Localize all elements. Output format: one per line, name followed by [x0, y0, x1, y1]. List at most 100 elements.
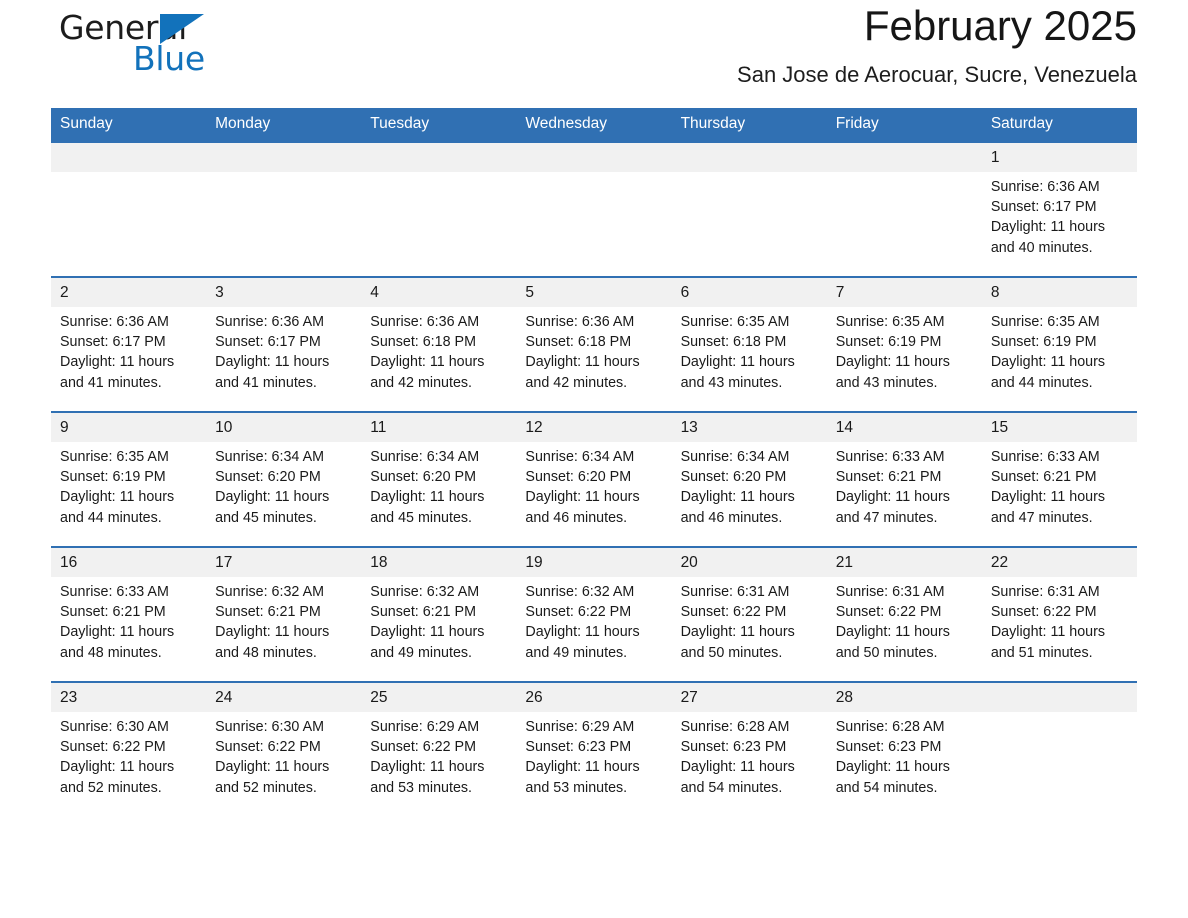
day-details: Sunrise: 6:36 AM Sunset: 6:18 PM Dayligh…: [361, 307, 516, 393]
day-cell[interactable]: 6 Sunrise: 6:35 AM Sunset: 6:18 PM Dayli…: [671, 276, 827, 412]
daylight-text: Daylight: 11 hours and 41 minutes.: [60, 354, 175, 391]
day-cell[interactable]: 18 Sunrise: 6:32 AM Sunset: 6:21 PM Dayl…: [361, 546, 517, 682]
sunset-text: Sunset: 6:17 PM: [60, 334, 166, 351]
day-cell[interactable]: 11 Sunrise: 6:34 AM Sunset: 6:20 PM Dayl…: [361, 411, 517, 547]
day-cell[interactable]: 21 Sunrise: 6:31 AM Sunset: 6:22 PM Dayl…: [826, 546, 982, 682]
day-cell[interactable]: 19 Sunrise: 6:32 AM Sunset: 6:22 PM Dayl…: [516, 546, 672, 682]
day-cell[interactable]: 28 Sunrise: 6:28 AM Sunset: 6:23 PM Dayl…: [826, 681, 982, 816]
day-cell[interactable]: 15 Sunrise: 6:33 AM Sunset: 6:21 PM Dayl…: [981, 411, 1137, 547]
day-cell[interactable]: 14 Sunrise: 6:33 AM Sunset: 6:21 PM Dayl…: [826, 411, 982, 547]
sunset-text: Sunset: 6:22 PM: [680, 604, 787, 621]
day-details: Sunrise: 6:34 AM Sunset: 6:20 PM Dayligh…: [206, 442, 361, 528]
sunrise-text: Sunrise: 6:29 AM: [370, 719, 480, 735]
weekday-header-saturday: Saturday: [981, 108, 1137, 142]
sunrise-text: Sunrise: 6:35 AM: [835, 314, 945, 330]
day-details: Sunrise: 6:30 AM Sunset: 6:22 PM Dayligh…: [51, 712, 206, 798]
day-cell[interactable]: 17 Sunrise: 6:32 AM Sunset: 6:21 PM Dayl…: [206, 546, 362, 682]
day-details: Sunrise: 6:35 AM Sunset: 6:19 PM Dayligh…: [982, 307, 1137, 393]
day-number: 12: [516, 413, 672, 442]
sunrise-text: Sunrise: 6:32 AM: [370, 584, 480, 600]
day-number: [981, 683, 1137, 712]
day-cell[interactable]: [361, 141, 517, 277]
day-cell[interactable]: 9 Sunrise: 6:35 AM Sunset: 6:19 PM Dayli…: [51, 411, 207, 547]
daylight-text: Daylight: 11 hours and 47 minutes.: [990, 489, 1106, 526]
daylight-text: Daylight: 11 hours and 50 minutes.: [680, 624, 795, 661]
day-cell[interactable]: [671, 141, 827, 277]
sunset-text: Sunset: 6:19 PM: [60, 469, 166, 486]
sunrise-text: Sunrise: 6:36 AM: [990, 179, 1100, 195]
day-cell[interactable]: 27 Sunrise: 6:28 AM Sunset: 6:23 PM Dayl…: [671, 681, 827, 816]
week-row: 23 Sunrise: 6:30 AM Sunset: 6:22 PM Dayl…: [51, 681, 1137, 816]
day-cell[interactable]: 25 Sunrise: 6:29 AM Sunset: 6:22 PM Dayl…: [361, 681, 517, 816]
day-number: 11: [361, 413, 517, 442]
sunrise-text: Sunrise: 6:29 AM: [525, 719, 635, 735]
day-details: Sunrise: 6:34 AM Sunset: 6:20 PM Dayligh…: [361, 442, 516, 528]
sunrise-text: Sunrise: 6:33 AM: [990, 449, 1100, 465]
weekday-header-sunday: Sunday: [51, 108, 207, 142]
sunrise-text: Sunrise: 6:31 AM: [680, 584, 790, 600]
day-cell[interactable]: 4 Sunrise: 6:36 AM Sunset: 6:18 PM Dayli…: [361, 276, 517, 412]
sunrise-text: Sunrise: 6:31 AM: [835, 584, 945, 600]
sunset-text: Sunset: 6:20 PM: [215, 469, 321, 486]
day-details: Sunrise: 6:31 AM Sunset: 6:22 PM Dayligh…: [982, 577, 1137, 663]
sunrise-text: Sunrise: 6:30 AM: [215, 719, 325, 735]
day-cell[interactable]: 3 Sunrise: 6:36 AM Sunset: 6:17 PM Dayli…: [206, 276, 362, 412]
day-cell[interactable]: 20 Sunrise: 6:31 AM Sunset: 6:22 PM Dayl…: [671, 546, 827, 682]
daylight-text: Daylight: 11 hours and 42 minutes.: [525, 354, 640, 391]
week-row: 2 Sunrise: 6:36 AM Sunset: 6:17 PM Dayli…: [51, 276, 1137, 412]
day-cell[interactable]: 7 Sunrise: 6:35 AM Sunset: 6:19 PM Dayli…: [826, 276, 982, 412]
day-cell[interactable]: 10 Sunrise: 6:34 AM Sunset: 6:20 PM Dayl…: [206, 411, 362, 547]
day-number: 9: [51, 413, 207, 442]
sunset-text: Sunset: 6:22 PM: [525, 604, 632, 621]
day-cell[interactable]: 26 Sunrise: 6:29 AM Sunset: 6:23 PM Dayl…: [516, 681, 672, 816]
weekday-header-friday: Friday: [826, 108, 982, 142]
day-cell[interactable]: 8 Sunrise: 6:35 AM Sunset: 6:19 PM Dayli…: [981, 276, 1137, 412]
daylight-text: Daylight: 11 hours and 51 minutes.: [990, 624, 1106, 661]
day-details: Sunrise: 6:33 AM Sunset: 6:21 PM Dayligh…: [51, 577, 206, 663]
sunset-text: Sunset: 6:21 PM: [990, 469, 1097, 486]
sunrise-text: Sunrise: 6:34 AM: [370, 449, 480, 465]
daylight-text: Daylight: 11 hours and 53 minutes.: [370, 759, 485, 796]
day-details: Sunrise: 6:35 AM Sunset: 6:19 PM Dayligh…: [827, 307, 982, 393]
day-cell[interactable]: 1 Sunrise: 6:36 AM Sunset: 6:17 PM Dayli…: [981, 141, 1137, 277]
day-cell[interactable]: [826, 141, 982, 277]
general-blue-logo[interactable]: General Blue: [59, 8, 269, 80]
day-cell[interactable]: [206, 141, 362, 277]
day-details: Sunrise: 6:33 AM Sunset: 6:21 PM Dayligh…: [982, 442, 1137, 528]
daylight-text: Daylight: 11 hours and 45 minutes.: [370, 489, 485, 526]
daylight-text: Daylight: 11 hours and 46 minutes.: [680, 489, 795, 526]
calendar-body: 1 Sunrise: 6:36 AM Sunset: 6:17 PM Dayli…: [51, 141, 1137, 816]
day-cell[interactable]: 22 Sunrise: 6:31 AM Sunset: 6:22 PM Dayl…: [981, 546, 1137, 682]
day-cell[interactable]: 24 Sunrise: 6:30 AM Sunset: 6:22 PM Dayl…: [206, 681, 362, 816]
day-cell[interactable]: 5 Sunrise: 6:36 AM Sunset: 6:18 PM Dayli…: [516, 276, 672, 412]
day-cell[interactable]: 23 Sunrise: 6:30 AM Sunset: 6:22 PM Dayl…: [51, 681, 207, 816]
day-number: 3: [206, 278, 362, 307]
daylight-text: Daylight: 11 hours and 53 minutes.: [525, 759, 640, 796]
sunset-text: Sunset: 6:21 PM: [215, 604, 321, 621]
day-number: 26: [516, 683, 672, 712]
day-cell[interactable]: [516, 141, 672, 277]
day-cell[interactable]: 13 Sunrise: 6:34 AM Sunset: 6:20 PM Dayl…: [671, 411, 827, 547]
sunset-text: Sunset: 6:22 PM: [370, 739, 476, 756]
day-details: Sunrise: 6:35 AM Sunset: 6:18 PM Dayligh…: [672, 307, 827, 393]
daylight-text: Daylight: 11 hours and 52 minutes.: [215, 759, 330, 796]
day-cell[interactable]: 16 Sunrise: 6:33 AM Sunset: 6:21 PM Dayl…: [51, 546, 207, 682]
sunrise-text: Sunrise: 6:34 AM: [215, 449, 325, 465]
day-cell[interactable]: [51, 141, 207, 277]
day-details: Sunrise: 6:32 AM Sunset: 6:21 PM Dayligh…: [206, 577, 361, 663]
day-details: Sunrise: 6:36 AM Sunset: 6:17 PM Dayligh…: [51, 307, 206, 393]
sunset-text: Sunset: 6:23 PM: [835, 739, 942, 756]
day-number: 5: [516, 278, 672, 307]
sunrise-text: Sunrise: 6:36 AM: [60, 314, 169, 330]
daylight-text: Daylight: 11 hours and 49 minutes.: [525, 624, 640, 661]
day-cell[interactable]: 12 Sunrise: 6:34 AM Sunset: 6:20 PM Dayl…: [516, 411, 672, 547]
day-cell[interactable]: [981, 681, 1137, 816]
daylight-text: Daylight: 11 hours and 44 minutes.: [990, 354, 1106, 391]
daylight-text: Daylight: 11 hours and 42 minutes.: [370, 354, 485, 391]
sunrise-text: Sunrise: 6:35 AM: [680, 314, 790, 330]
day-cell[interactable]: 2 Sunrise: 6:36 AM Sunset: 6:17 PM Dayli…: [51, 276, 207, 412]
page-title: February 2025: [863, 2, 1137, 49]
calendar-head: Sunday Monday Tuesday Wednesday Thursday…: [51, 108, 1137, 142]
day-number: 27: [671, 683, 827, 712]
sunset-text: Sunset: 6:21 PM: [60, 604, 166, 621]
